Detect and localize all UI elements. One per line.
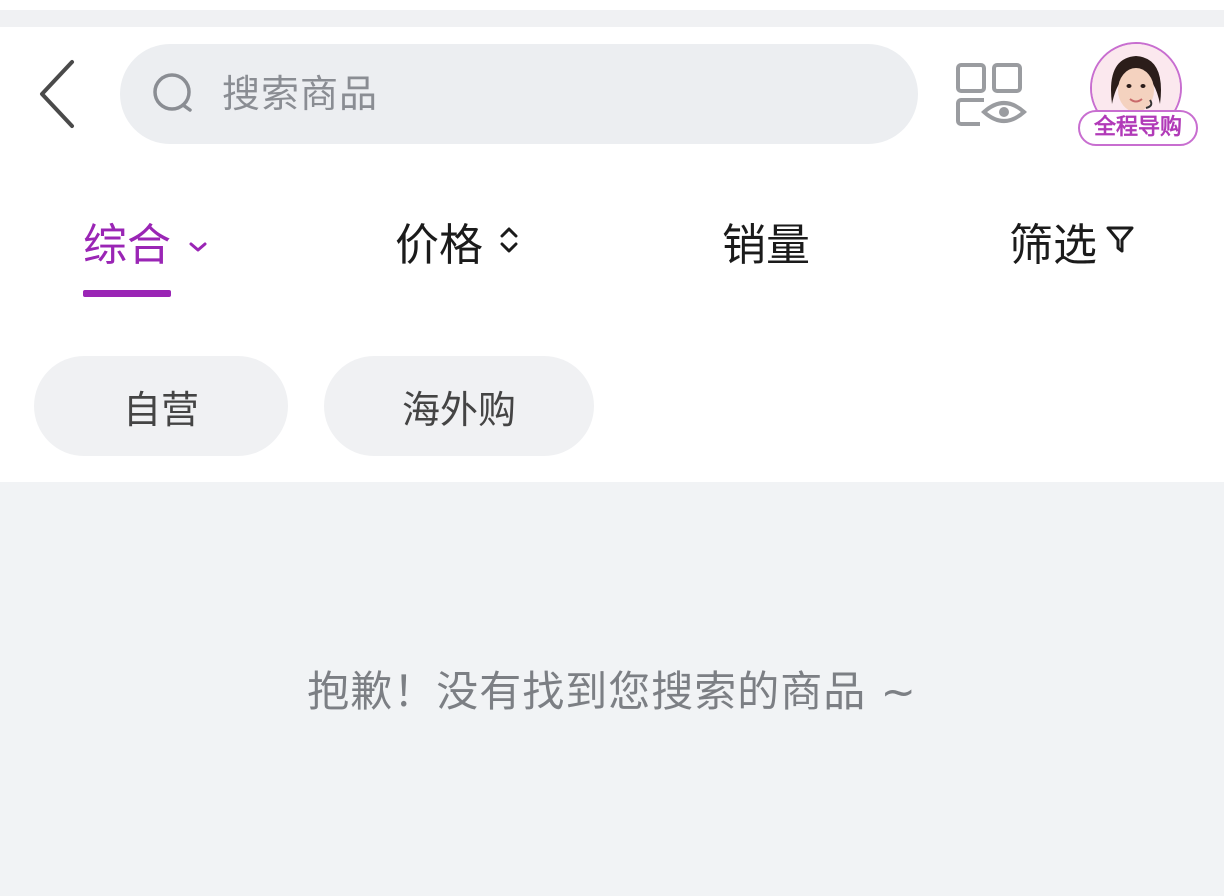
empty-results-message: 抱歉！没有找到您搜索的商品 ~: [307, 667, 917, 716]
status-divider: [0, 10, 1224, 27]
status-strip: [0, 0, 1224, 28]
tab-sales[interactable]: 销量: [722, 206, 810, 276]
chip-label: 海外购: [401, 387, 516, 432]
tab-label: 筛选: [1009, 220, 1097, 271]
tab-filter[interactable]: 筛选: [1009, 206, 1135, 276]
search-placeholder: 搜索商品: [222, 72, 379, 116]
filter-icon: [1105, 216, 1135, 267]
sort-updown-icon: [497, 216, 521, 267]
chevron-down-icon: [185, 216, 211, 267]
tab-label: 综合: [83, 220, 171, 271]
search-results-page: 搜索商品 全程导购 综合 价格 销量 筛选 自营 海外购 抱歉！没有找到您搜索的…: [0, 0, 1224, 896]
chip-overseas[interactable]: 海外购: [324, 356, 594, 456]
chevron-left-icon: [40, 60, 74, 128]
guide-label: 全程导购: [1078, 110, 1198, 146]
tab-label: 价格: [395, 220, 483, 271]
active-tab-indicator: [83, 290, 171, 297]
view-mode-button[interactable]: [954, 62, 1028, 128]
header-panel: 搜索商品 全程导购 综合 价格 销量 筛选 自营 海外购: [0, 28, 1224, 482]
chip-self-operated[interactable]: 自营: [34, 356, 288, 456]
grid-eye-icon: [956, 63, 1027, 126]
back-button[interactable]: [30, 56, 90, 132]
tab-price[interactable]: 价格: [395, 206, 521, 276]
tab-comprehensive[interactable]: 综合: [83, 206, 211, 276]
tab-label: 销量: [722, 220, 810, 271]
shopping-guide-button[interactable]: 全程导购: [1076, 42, 1200, 146]
chip-label: 自营: [122, 387, 199, 432]
search-input[interactable]: 搜索商品: [120, 44, 918, 144]
search-icon: [153, 73, 192, 112]
